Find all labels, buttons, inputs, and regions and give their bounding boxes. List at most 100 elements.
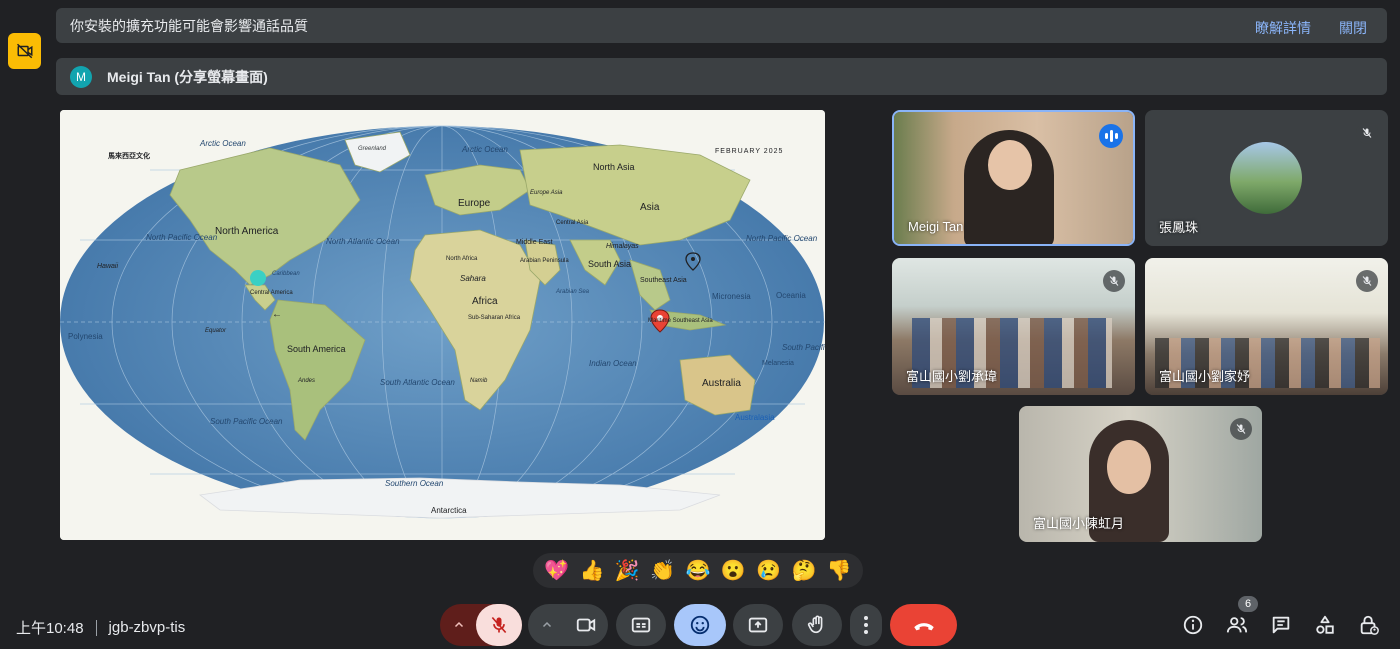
participant-name: 富山國小陳虹月 [1033,516,1125,531]
world-map: ← 馬來西亞文化 FEBRUARY 2025 Arctic Ocean Gree… [60,110,825,540]
audio-level-icon [1099,124,1123,148]
label-middle-east: Middle East [516,239,553,246]
label-south-pacific-right: South Pacific Ocean [782,343,825,352]
participant-tile[interactable]: 富山國小劉承瑋 [892,258,1135,395]
presenter-bar: M Meigi Tan (分享螢幕畫面) [56,58,1387,95]
map-highlight-dot [250,270,266,286]
label-arabian-sea: Arabian Sea [555,289,590,295]
label-caribbean: Caribbean [272,271,300,277]
face-shape [988,140,1032,190]
more-options-button[interactable] [850,604,882,646]
reactions-bar: 💖 👍 🎉 👏 😂 😮 😢 🤔 👎 [533,553,863,588]
map-cursor-arrow: ← [272,309,282,320]
label-south-america: South America [287,344,346,354]
label-north-atlantic: North Atlantic Ocean [326,237,400,246]
label-south-atlantic: South Atlantic Ocean [380,378,455,387]
label-south-asia: South Asia [588,259,631,269]
reaction-heart[interactable]: 💖 [544,558,569,583]
banner-message: 你安裝的擴充功能可能會影響通話品質 [70,17,308,34]
camera-options-button[interactable] [528,604,566,646]
label-arctic-ocean-left: Arctic Ocean [199,139,246,148]
label-europe: Europe [458,198,491,209]
face-shape [1107,440,1151,494]
captions-icon [631,617,651,633]
label-south-pacific-left: South Pacific Ocean [210,417,283,426]
label-antarctica: Antarctica [431,506,467,515]
mic-off-icon [491,616,507,634]
reaction-clap[interactable]: 👏 [650,558,675,583]
video-off-icon[interactable] [8,33,41,69]
present-button[interactable] [733,604,783,646]
label-arctic-ocean-mid: Arctic Ocean [461,145,508,154]
reaction-party[interactable]: 🎉 [615,558,640,583]
label-sahara: Sahara [460,274,486,283]
meeting-code: jgb-zbvp-tis [108,619,186,636]
mic-toggle-button[interactable] [476,604,522,646]
info-icon [1183,615,1203,635]
hand-icon [807,615,823,634]
reaction-thumbs-down[interactable]: 👎 [827,558,852,583]
label-namib: Namib [470,378,488,384]
label-north-pacific-left: North Pacific Ocean [146,233,218,242]
camera-toggle-button[interactable] [564,604,608,646]
participant-tile[interactable]: 富山國小劉家妤 [1145,258,1388,395]
map-publisher: 馬來西亞文化 [108,151,150,160]
label-central-asia: Central Asia [556,220,589,226]
chevron-up-icon [542,621,552,628]
dismiss-link[interactable]: 關閉 [1339,18,1367,38]
label-indian-ocean: Indian Ocean [589,359,637,368]
emoji-button[interactable] [674,604,726,646]
label-europe-asia: Europe Asia [530,190,563,196]
reaction-surprised[interactable]: 😮 [721,558,746,583]
label-hawaii: Hawaii [97,263,118,270]
label-north-america: North America [215,226,279,237]
participant-tile[interactable]: 張鳳珠 [1145,110,1388,246]
reaction-sad[interactable]: 😢 [756,558,781,583]
mic-off-icon [1103,270,1125,292]
label-micronesia: Micronesia [712,292,751,301]
label-africa: Africa [472,296,498,307]
more-vert-icon [864,616,868,634]
chat-button[interactable] [1268,612,1294,638]
label-sub-saharan: Sub-Saharan Africa [468,315,521,321]
people-button[interactable] [1224,612,1250,638]
label-north-africa: North Africa [446,256,478,262]
label-himalayas: Himalayas [606,243,639,250]
reaction-thinking[interactable]: 🤔 [792,558,817,583]
label-maritime-se-asia: Maritime Southeast Asia [648,318,713,324]
mic-control-group [440,604,522,646]
label-arabian-peninsula: Arabian Peninsula [520,258,569,264]
present-icon [748,617,768,633]
participant-tile[interactable]: Meigi Tan [892,110,1135,246]
camera-control-group [528,604,608,646]
label-australia: Australia [702,378,741,389]
raise-hand-button[interactable] [792,604,842,646]
map-date: FEBRUARY 2025 [715,148,783,155]
participant-name: Meigi Tan [908,219,964,234]
meeting-details-button[interactable] [1180,612,1206,638]
extension-warning-banner: 你安裝的擴充功能可能會影響通話品質 瞭解詳情 關閉 [56,8,1387,43]
host-controls-button[interactable] [1356,612,1382,638]
camera-icon [576,618,596,632]
participant-name: 富山國小劉承瑋 [906,369,998,384]
label-north-pacific-right: North Pacific Ocean [746,234,818,243]
label-central-america: Central America [250,290,293,296]
meeting-time: 上午10:48 [16,620,84,637]
participant-tile[interactable]: 富山國小陳虹月 [1019,406,1262,542]
label-southeast-asia: Southeast Asia [640,277,687,284]
chevron-up-icon [454,621,464,628]
mic-options-button[interactable] [440,604,478,646]
label-melanesia: Melanesia [762,360,794,367]
reaction-laugh[interactable]: 😂 [686,558,711,583]
end-call-button[interactable] [890,604,957,646]
activities-button[interactable] [1312,612,1338,638]
captions-button[interactable] [616,604,666,646]
label-north-asia: North Asia [593,162,635,172]
learn-more-link[interactable]: 瞭解詳情 [1255,18,1311,38]
mic-off-icon [1356,270,1378,292]
label-southern-ocean: Southern Ocean [385,479,444,488]
mic-off-icon [1356,122,1378,144]
reaction-thumbs-up[interactable]: 👍 [580,558,605,583]
label-equator: Equator [205,328,227,334]
label-greenland: Greenland [358,146,387,152]
